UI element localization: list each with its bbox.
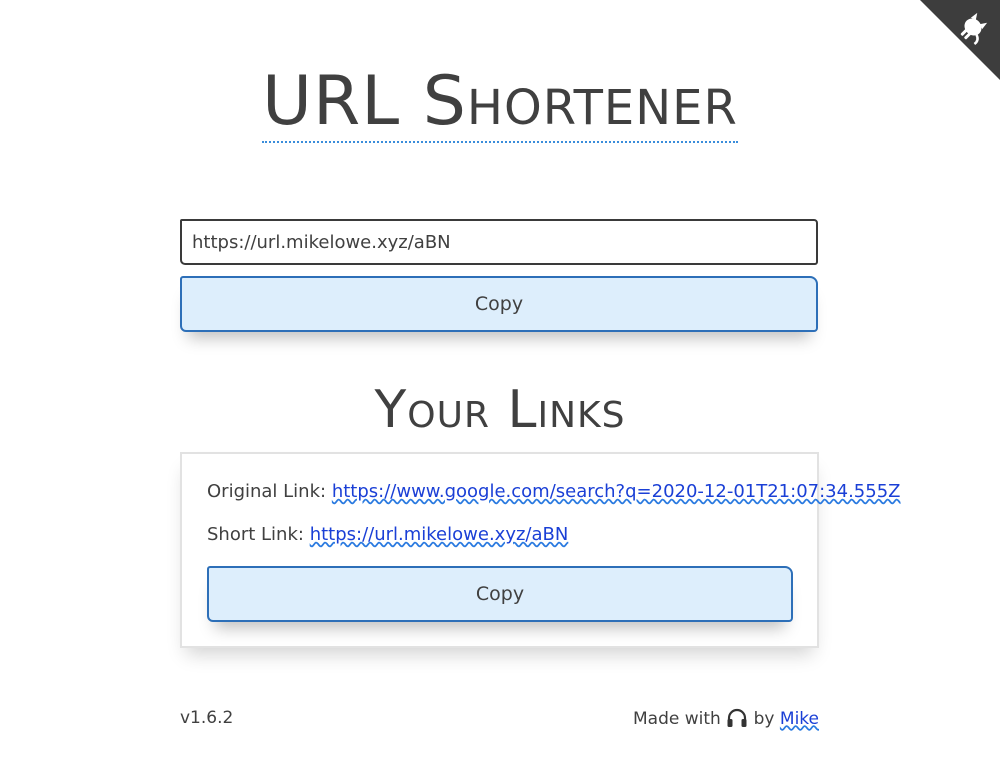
original-link[interactable]: https://www.google.com/search?q=2020-12-… [332, 481, 901, 502]
page-title: URL Shortener [0, 62, 1000, 143]
short-url-input[interactable] [180, 219, 818, 265]
your-links-heading: Your Links [374, 380, 626, 440]
page: URL Shortener Copy Your Links Original L… [0, 0, 1000, 772]
author-link[interactable]: Mike [780, 709, 819, 729]
short-link-label: Short Link: [207, 524, 304, 545]
original-link-row: Original Link: https://www.google.com/se… [207, 481, 900, 502]
version-label: v1.6.2 [180, 708, 234, 728]
copy-short-link-button[interactable]: Copy [207, 566, 793, 622]
short-link[interactable]: https://url.mikelowe.xyz/aBN [310, 524, 569, 545]
headphones-icon [727, 708, 747, 727]
copy-button[interactable]: Copy [180, 276, 818, 332]
short-link-row: Short Link: https://url.mikelowe.xyz/aBN [207, 524, 568, 545]
page-title-text: URL Shortener [262, 62, 738, 143]
links-card: Original Link: https://www.google.com/se… [180, 452, 900, 648]
by-text: by [753, 709, 775, 729]
footer-credit: Made with by Mike [633, 708, 819, 729]
original-link-label: Original Link: [207, 481, 327, 502]
made-with-text: Made with [633, 709, 721, 729]
